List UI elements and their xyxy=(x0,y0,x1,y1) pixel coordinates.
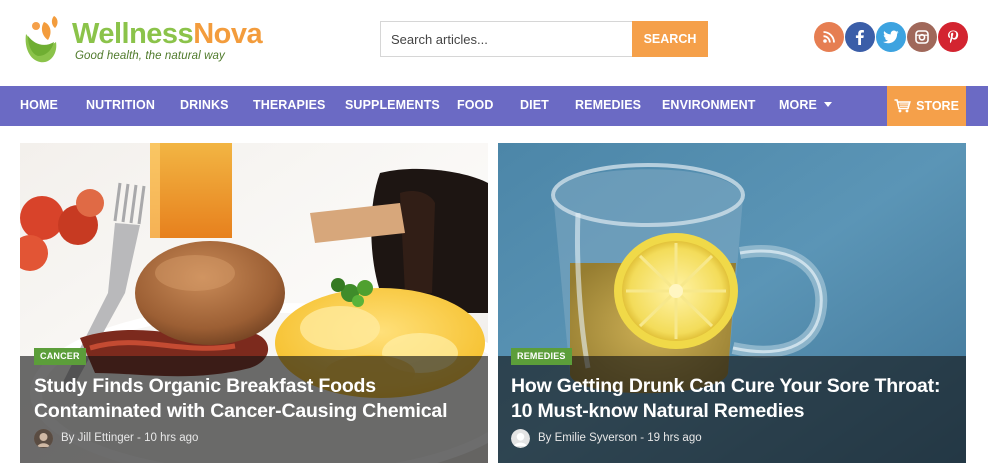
brand-name: WellnessNova xyxy=(72,17,263,51)
avatar xyxy=(34,428,53,448)
nav-item-food[interactable]: FOOD xyxy=(457,86,494,126)
site-header: WellnessNova Good health, the natural wa… xyxy=(0,0,988,86)
site-logo[interactable]: WellnessNova Good health, the natural wa… xyxy=(20,14,280,66)
article-card[interactable]: CANCER Study Finds Organic Breakfast Foo… xyxy=(20,143,488,463)
twitter-icon[interactable] xyxy=(876,22,906,52)
cart-icon xyxy=(894,99,911,113)
search-input[interactable] xyxy=(380,21,632,57)
category-badge[interactable]: REMEDIES xyxy=(511,348,572,365)
social-links xyxy=(814,22,968,52)
facebook-icon[interactable] xyxy=(845,22,875,52)
category-badge[interactable]: CANCER xyxy=(34,348,86,365)
nav-item-more[interactable]: MORE xyxy=(779,86,832,126)
nav-item-supplements[interactable]: SUPPLEMENTS xyxy=(345,86,440,126)
leaf-logo-icon xyxy=(25,16,58,63)
search-button[interactable]: SEARCH xyxy=(632,21,708,57)
article-meta: By Emilie Syverson - 19 hrs ago xyxy=(511,428,702,448)
nav-item-home[interactable]: HOME xyxy=(20,86,58,126)
nav-item-more-label: MORE xyxy=(779,98,817,112)
store-button[interactable]: STORE xyxy=(887,86,966,126)
article-title[interactable]: Study Finds Organic Breakfast Foods Cont… xyxy=(34,374,484,424)
nav-item-nutrition[interactable]: NUTRITION xyxy=(86,86,155,126)
brand-name-part1: Wellness xyxy=(72,18,194,50)
chevron-down-icon xyxy=(823,102,832,108)
article-title[interactable]: How Getting Drunk Can Cure Your Sore Thr… xyxy=(511,374,961,424)
article-card[interactable]: REMEDIES How Getting Drunk Can Cure Your… xyxy=(498,143,966,463)
search-form: SEARCH xyxy=(380,21,708,57)
store-label: STORE xyxy=(916,99,959,113)
main-nav: HOME NUTRITION DRINKS THERAPIES SUPPLEME… xyxy=(0,86,988,126)
article-meta: By Jill Ettinger - 10 hrs ago xyxy=(34,428,198,448)
nav-item-remedies[interactable]: REMEDIES xyxy=(575,86,641,126)
avatar xyxy=(511,428,530,448)
nav-item-diet[interactable]: DIET xyxy=(520,86,549,126)
brand-name-part2: Nova xyxy=(193,18,263,50)
author-line: By Jill Ettinger - 10 hrs ago xyxy=(61,432,199,444)
nav-item-environment[interactable]: ENVIRONMENT xyxy=(662,86,755,126)
author-line: By Emilie Syverson - 19 hrs ago xyxy=(538,432,702,444)
brand-tagline: Good health, the natural way xyxy=(75,50,225,62)
pinterest-icon[interactable] xyxy=(938,22,968,52)
nav-item-drinks[interactable]: DRINKS xyxy=(180,86,229,126)
nav-item-therapies[interactable]: THERAPIES xyxy=(253,86,325,126)
instagram-icon[interactable] xyxy=(907,22,937,52)
rss-icon[interactable] xyxy=(814,22,844,52)
